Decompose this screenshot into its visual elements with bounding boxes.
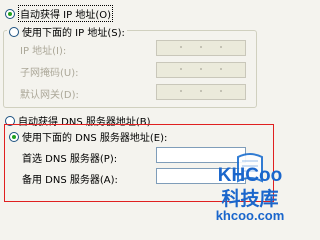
manual-ip-radio[interactable]: 使用下面的 IP 地址(S):: [7, 24, 127, 39]
book-logo-icon: KHCoo 科技库 khcoo.com: [216, 153, 285, 223]
default-gateway-input[interactable]: [156, 84, 246, 100]
watermark-url-text: khcoo.com: [216, 208, 285, 223]
radio-selected-icon: [9, 131, 19, 142]
preferred-dns-label: 首选 DNS 服务器(P):: [22, 154, 118, 165]
auto-ip-label: 自动获得 IP 地址(O): [18, 5, 114, 22]
radio-selected-icon: [5, 8, 15, 19]
radio-unselected-icon: [9, 26, 19, 37]
subnet-mask-input[interactable]: [156, 62, 246, 78]
manual-dns-label: 使用下面的 DNS 服务器地址(E):: [22, 133, 168, 144]
default-gateway-label: 默认网关(D):: [20, 90, 79, 101]
auto-ip-radio[interactable]: 自动获得 IP 地址(O): [5, 5, 114, 22]
watermark-cn-text: 科技库: [221, 187, 278, 210]
ip-address-input[interactable]: [156, 40, 246, 56]
watermark-logo-text: KHCoo: [218, 165, 282, 186]
manual-dns-radio[interactable]: 使用下面的 DNS 服务器地址(E):: [9, 129, 167, 144]
alternate-dns-label: 备用 DNS 服务器(A):: [22, 175, 118, 186]
subnet-mask-label: 子网掩码(U):: [20, 68, 79, 79]
ip-address-label: IP 地址(I):: [20, 46, 67, 57]
manual-ip-label: 使用下面的 IP 地址(S):: [22, 28, 125, 39]
khcoo-watermark: KHCoo 科技库 khcoo.com: [204, 151, 296, 223]
